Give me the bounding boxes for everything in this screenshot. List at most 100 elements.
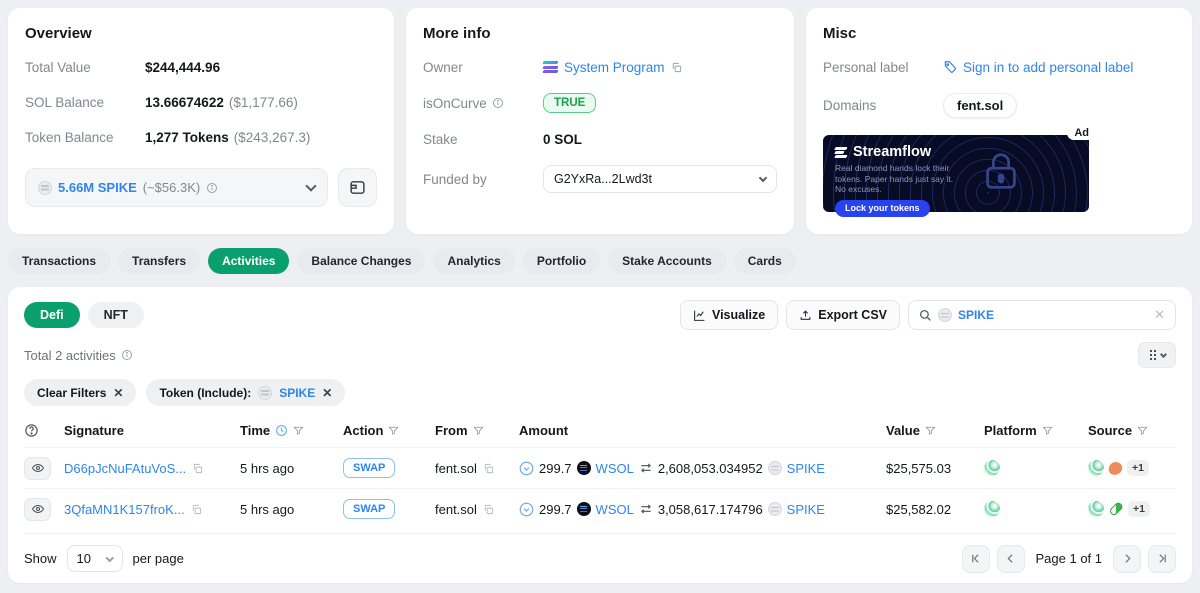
- tab-transactions[interactable]: Transactions: [8, 248, 110, 274]
- personal-label-label: Personal label: [823, 60, 943, 75]
- token-out-link[interactable]: SPIKE: [787, 502, 825, 517]
- filter-funnel-icon: [925, 425, 936, 436]
- tab-cards[interactable]: Cards: [734, 248, 796, 274]
- ad-text: Real diamond hands lock their tokens. Pa…: [835, 163, 963, 195]
- first-page-icon: [969, 552, 982, 565]
- source-icon[interactable]: [1108, 501, 1123, 516]
- value-cell: $25,575.03: [886, 461, 984, 476]
- platform-icon[interactable]: [984, 501, 1000, 517]
- sol-balance-label: SOL Balance: [25, 95, 145, 110]
- visualize-button[interactable]: Visualize: [680, 300, 778, 330]
- source-icon[interactable]: [1088, 460, 1104, 476]
- tab-analytics[interactable]: Analytics: [433, 248, 514, 274]
- time-cell: 5 hrs ago: [240, 502, 343, 517]
- search-input[interactable]: SPIKE ✕: [908, 300, 1176, 330]
- filter-funnel-icon: [293, 425, 304, 436]
- signature-link[interactable]: 3QfaMN1K157froK...: [64, 502, 185, 517]
- ad-brand: Streamflow: [853, 144, 931, 160]
- column-settings-button[interactable]: [1138, 342, 1176, 368]
- defi-filter-button[interactable]: Defi: [24, 302, 80, 328]
- nft-filter-button[interactable]: NFT: [88, 302, 144, 328]
- copy-icon[interactable]: [483, 504, 494, 515]
- expand-circle-icon[interactable]: [519, 502, 534, 517]
- swap-arrows-icon: [639, 503, 653, 515]
- more-sources-badge[interactable]: +1: [1127, 460, 1149, 476]
- amount-out: 3,058,617.174796: [658, 502, 763, 517]
- first-page-button[interactable]: [962, 545, 990, 573]
- prev-page-button[interactable]: [997, 545, 1025, 573]
- token-selector-dropdown[interactable]: 5.66M SPIKE (~$56.3K): [25, 168, 328, 207]
- copy-icon[interactable]: [191, 504, 202, 515]
- stake-value: 0 SOL: [543, 132, 582, 147]
- header-value: Value: [886, 423, 920, 438]
- preview-button[interactable]: [24, 498, 51, 521]
- active-filters: Clear Filters ✕ Token (Include): SPIKE ✕: [24, 379, 1176, 406]
- copy-icon[interactable]: [192, 463, 203, 474]
- token-coin-icon: [768, 502, 782, 516]
- info-icon: [492, 97, 504, 109]
- tab-activities[interactable]: Activities: [208, 248, 289, 274]
- tab-portfolio[interactable]: Portfolio: [523, 248, 600, 274]
- from-account[interactable]: fent.sol: [435, 461, 477, 476]
- filter-funnel-icon: [1137, 425, 1148, 436]
- domain-badge[interactable]: fent.sol: [943, 93, 1017, 118]
- source-icon[interactable]: [1088, 501, 1104, 517]
- signature-link[interactable]: D66pJcNuFAtuVoS...: [64, 461, 186, 476]
- search-icon: [919, 309, 932, 322]
- filter-funnel-icon: [1042, 425, 1053, 436]
- token-selector-value: 5.66M SPIKE: [58, 180, 137, 195]
- preview-button[interactable]: [24, 457, 51, 480]
- info-icon: [206, 182, 218, 194]
- show-label: Show: [24, 551, 57, 566]
- more-info-card: More info Owner System Program isOnCurve…: [406, 8, 794, 234]
- chevron-down-icon: [759, 174, 767, 182]
- expand-circle-icon[interactable]: [519, 461, 534, 476]
- funded-by-dropdown[interactable]: G2YxRa...2Lwd3t: [543, 165, 777, 193]
- source-icon[interactable]: [1108, 460, 1123, 475]
- clear-search-icon[interactable]: ✕: [1154, 307, 1165, 323]
- export-icon: [799, 309, 812, 322]
- close-icon[interactable]: ✕: [322, 386, 332, 400]
- stake-label: Stake: [423, 132, 543, 147]
- export-csv-button[interactable]: Export CSV: [786, 300, 900, 330]
- from-account[interactable]: fent.sol: [435, 502, 477, 517]
- token-in-link[interactable]: WSOL: [596, 461, 634, 476]
- platform-icon[interactable]: [984, 460, 1000, 476]
- tab-stake-accounts[interactable]: Stake Accounts: [608, 248, 726, 274]
- page-size-select[interactable]: 10: [67, 545, 123, 572]
- token-out-link[interactable]: SPIKE: [787, 461, 825, 476]
- tab-transfers[interactable]: Transfers: [118, 248, 200, 274]
- last-page-button[interactable]: [1148, 545, 1176, 573]
- per-page-label: per page: [133, 551, 184, 566]
- more-sources-badge[interactable]: +1: [1128, 501, 1150, 517]
- close-icon[interactable]: ✕: [113, 386, 123, 400]
- isoncurve-badge: TRUE: [543, 93, 596, 113]
- copy-icon[interactable]: [671, 62, 682, 73]
- stake-row: Stake 0 SOL: [423, 130, 777, 148]
- copy-icon[interactable]: [483, 463, 494, 474]
- ad-cta-button[interactable]: Lock your tokens: [835, 200, 930, 217]
- token-include-filter-chip[interactable]: Token (Include): SPIKE ✕: [146, 379, 345, 406]
- chevron-left-icon: [1004, 552, 1017, 565]
- owner-link[interactable]: System Program: [564, 60, 665, 75]
- domains-row: Domains fent.sol: [823, 93, 1175, 118]
- clear-filters-chip[interactable]: Clear Filters ✕: [24, 379, 136, 406]
- sign-in-link[interactable]: Sign in to add personal label: [963, 60, 1133, 75]
- eye-icon: [31, 462, 45, 474]
- tab-balance-changes[interactable]: Balance Changes: [297, 248, 425, 274]
- ad-banner[interactable]: Ad Streamflow Real diamond hands lock th…: [823, 135, 1089, 212]
- table-row: D66pJcNuFAtuVoS... 5 hrs ago SWAP fent.s…: [24, 447, 1176, 488]
- swap-arrows-icon: [639, 462, 653, 474]
- grid-dots-icon: [1149, 349, 1157, 361]
- lock-icon: [978, 149, 1024, 195]
- token-in-link[interactable]: WSOL: [596, 502, 634, 517]
- token-balance: 1,277 Tokens: [145, 130, 229, 145]
- total-activities-text: Total 2 activities: [24, 348, 116, 363]
- token-coin-icon: [258, 386, 272, 400]
- owner-row: Owner System Program: [423, 58, 777, 76]
- next-page-button[interactable]: [1113, 545, 1141, 573]
- total-value-row: Total Value $244,444.96: [25, 58, 377, 76]
- table-row: 3QfaMN1K157froK... 5 hrs ago SWAP fent.s…: [24, 488, 1176, 529]
- token-selector-usd: (~$56.3K): [143, 180, 200, 195]
- wallet-portfolio-button[interactable]: [338, 168, 377, 207]
